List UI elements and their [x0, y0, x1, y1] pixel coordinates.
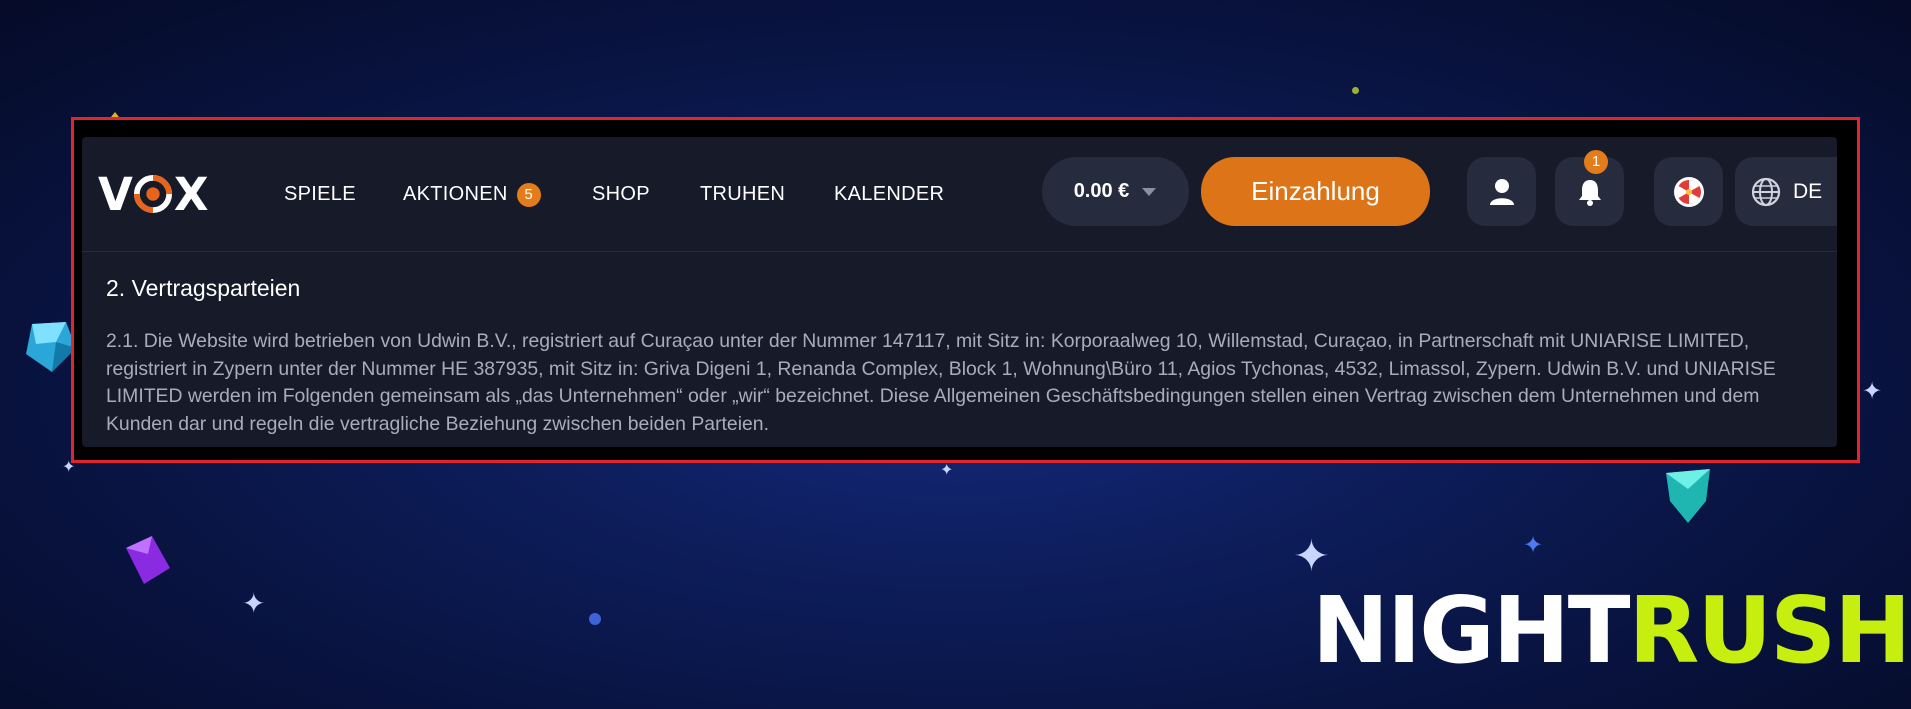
nav-spiele[interactable]: SPIELE	[284, 179, 356, 209]
nightrush-watermark: NIGHTRUSH	[1312, 585, 1911, 677]
nav-label: TRUHEN	[700, 183, 786, 205]
globe-icon	[1751, 177, 1781, 206]
nav-label: SPIELE	[284, 183, 356, 205]
dot-decoration	[1352, 87, 1359, 94]
watermark-part-night: NIGHT	[1312, 577, 1630, 684]
gem-decoration	[26, 322, 76, 372]
site-panel: V X SPIELE AKTIONEN 5 SHOP TRUHEN KALENDE…	[82, 137, 1837, 447]
vox-logo[interactable]: V X	[98, 167, 209, 221]
bell-icon	[1578, 179, 1601, 206]
logo-letter-x: X	[173, 167, 209, 221]
chevron-down-icon	[1142, 187, 1157, 196]
nav-label: SHOP	[592, 183, 650, 205]
gem-decoration	[126, 536, 170, 584]
fortune-wheel-button[interactable]	[1654, 157, 1723, 226]
language-selector[interactable]: DE	[1735, 157, 1837, 226]
nav-shop[interactable]: SHOP	[592, 179, 650, 209]
profile-button[interactable]	[1467, 157, 1536, 226]
watermark-part-rush: RUSH	[1628, 577, 1911, 684]
nav-truhen[interactable]: TRUHEN	[700, 179, 785, 209]
balance-value: 0.00 €	[1073, 180, 1130, 202]
gem-decoration	[1666, 469, 1710, 523]
sparkle-decoration: ✦	[1523, 531, 1544, 559]
section-heading: 2. Vertragsparteien	[106, 275, 301, 301]
nav-aktionen[interactable]: AKTIONEN 5	[403, 179, 541, 209]
deposit-button[interactable]: Einzahlung	[1201, 157, 1430, 226]
promotions-count-badge: 5	[516, 183, 541, 207]
notification-count-badge: 1	[1584, 150, 1608, 174]
nav-label: KALENDER	[834, 183, 945, 205]
user-icon	[1489, 178, 1514, 205]
top-navigation-bar: V X SPIELE AKTIONEN 5 SHOP TRUHEN KALENDE…	[82, 137, 1837, 252]
nav-kalender[interactable]: KALENDER	[834, 179, 944, 209]
terms-content: 2. Vertragsparteien 2.1. Die Website wir…	[106, 275, 1816, 438]
section-paragraph: 2.1. Die Website wird betrieben von Udwi…	[106, 330, 1776, 435]
sparkle-decoration: ✦	[242, 587, 266, 620]
nav-label: AKTIONEN	[403, 183, 508, 205]
language-code: DE	[1793, 179, 1823, 203]
wheel-icon	[1673, 176, 1704, 207]
balance-dropdown[interactable]: 0.00 €	[1042, 157, 1189, 226]
sparkle-decoration: ✦	[940, 460, 954, 479]
dot-decoration	[589, 613, 601, 625]
sparkle-decoration: ✦	[1293, 531, 1330, 582]
logo-letter-v: V	[98, 167, 133, 221]
sparkle-decoration: ✦	[1862, 377, 1883, 405]
logo-o-icon	[133, 175, 172, 213]
